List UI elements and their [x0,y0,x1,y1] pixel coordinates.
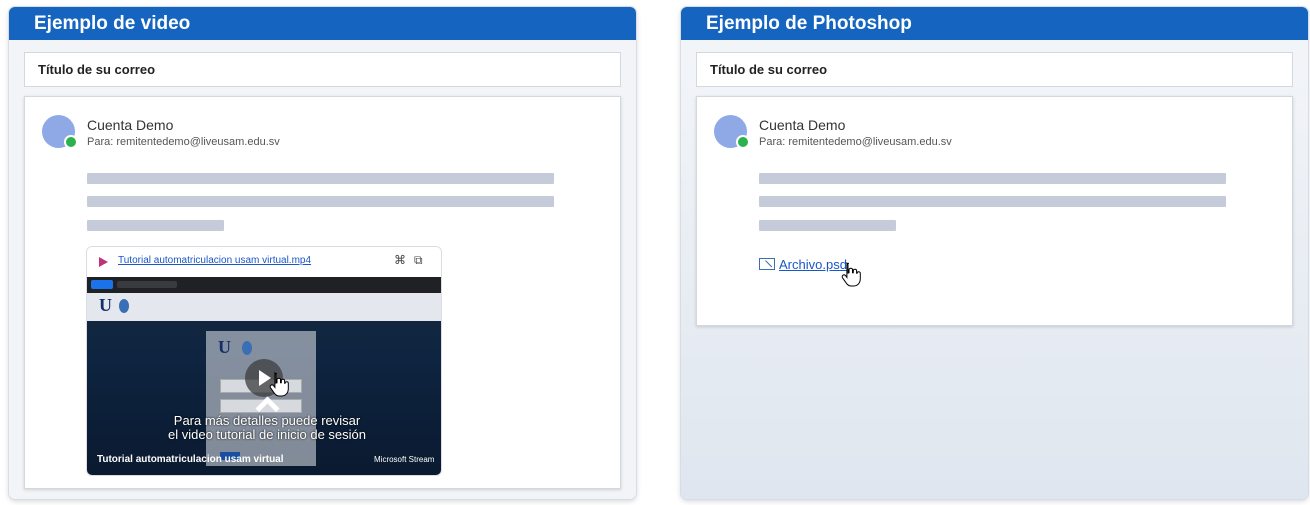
video-attachment-card[interactable]: Tutorial automatriculacion usam virtual.… [86,246,442,476]
share-icon[interactable]: ⌘ [394,253,406,267]
usam-logo: U [218,337,231,357]
avatar [42,115,78,149]
recipient-line: Para: remitentedemo@liveusam.edu.sv [759,136,952,148]
seal-icon [242,341,252,355]
placeholder-text-line [759,173,1226,184]
copy-icon[interactable]: ⧉ [414,253,423,268]
video-file-link[interactable]: Tutorial automatriculacion usam virtual.… [118,255,311,266]
presence-dot-icon [64,135,78,149]
video-site-header: U [87,293,441,321]
video-login-form: U [206,331,316,466]
photoshop-example-panel: Ejemplo de Photoshop Título de su correo… [681,7,1308,499]
video-player[interactable]: U U Para más detalles puede revisar el v… [87,277,441,475]
usam-logo: U [99,295,112,315]
psd-attachment-link[interactable]: Archivo.psd [759,256,847,272]
video-caption: Para más detalles puede revisar el video… [167,413,366,442]
hand-cursor-icon [841,262,861,287]
placeholder-text-line [87,220,224,231]
email-subject: Título de su correo [24,52,621,87]
email-subject: Título de su correo [696,52,1293,87]
avatar [714,115,750,149]
recipient-line: Para: remitentedemo@liveusam.edu.sv [87,136,280,148]
hand-cursor-icon [269,372,289,397]
sender-name: Cuenta Demo [759,117,846,133]
video-title: Tutorial automatriculacion usam virtual [97,454,284,465]
email-body: Cuenta Demo Para: remitentedemo@liveusam… [696,96,1293,326]
placeholder-text-line [87,173,554,184]
seal-icon [119,299,129,313]
placeholder-text-line [759,196,1226,207]
presence-dot-icon [736,135,750,149]
video-card-toolbar: Tutorial automatriculacion usam virtual.… [87,247,441,277]
email-body: Cuenta Demo Para: remitentedemo@liveusam… [24,96,621,489]
microsoft-stream-label: Microsoft Stream [374,455,435,464]
placeholder-text-line [759,220,896,231]
panel-title: Ejemplo de video [9,7,636,40]
psd-file-label[interactable]: Archivo.psd [779,257,847,272]
image-file-icon [759,258,775,270]
video-browser-bar [87,277,441,293]
panel-title: Ejemplo de Photoshop [681,7,1308,40]
placeholder-text-line [87,196,554,207]
stream-play-icon [99,257,108,267]
video-example-panel: Ejemplo de video Título de su correo Cue… [9,7,636,499]
sender-name: Cuenta Demo [87,117,174,133]
